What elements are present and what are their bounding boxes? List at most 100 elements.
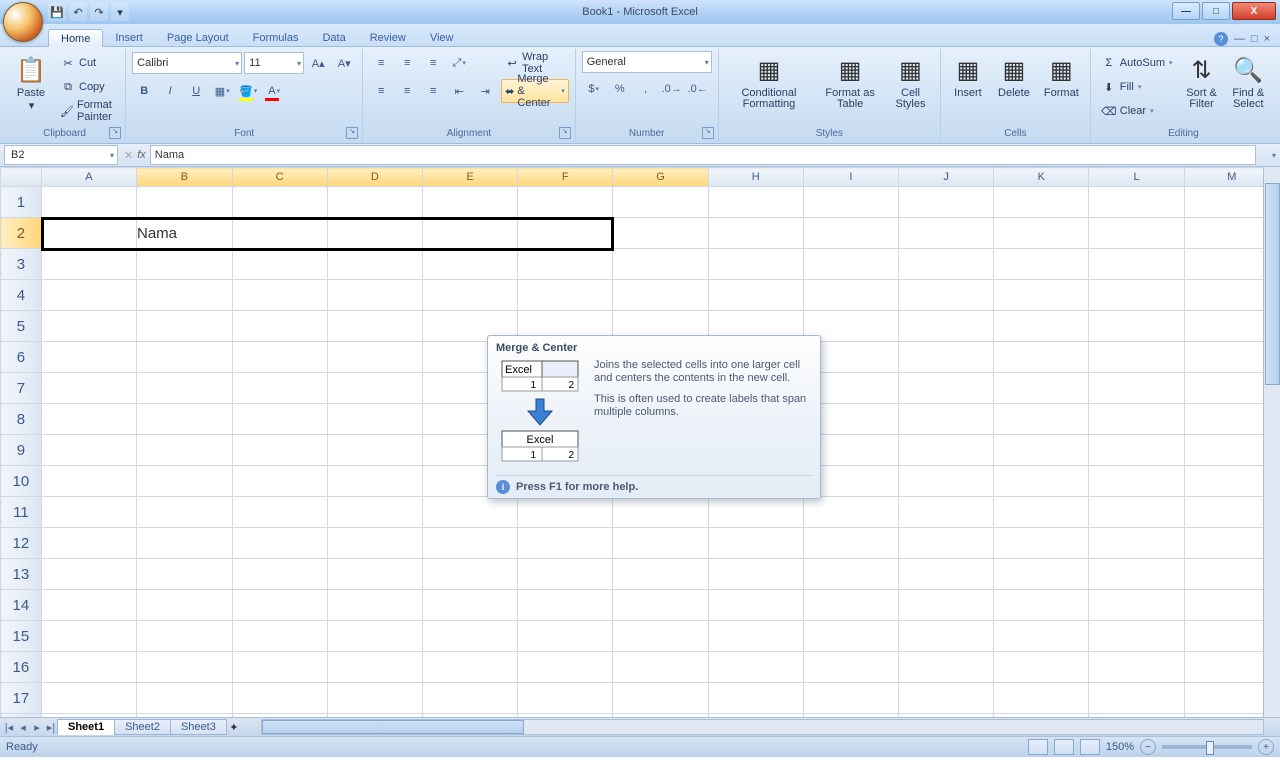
column-header-J[interactable]: J <box>899 168 994 187</box>
border-button[interactable]: ▦▾ <box>210 79 234 103</box>
cell-A3[interactable] <box>41 249 136 280</box>
cell-K9[interactable] <box>994 435 1089 466</box>
cell-D16[interactable] <box>327 652 422 683</box>
font-size-combo[interactable]: 11 <box>244 52 304 74</box>
cell-K3[interactable] <box>994 249 1089 280</box>
row-header-11[interactable]: 11 <box>1 497 42 528</box>
row-header-4[interactable]: 4 <box>1 280 42 311</box>
cell-L10[interactable] <box>1089 466 1184 497</box>
cell-H1[interactable] <box>708 187 803 218</box>
cell-H14[interactable] <box>708 590 803 621</box>
tab-page-layout[interactable]: Page Layout <box>155 29 241 46</box>
last-sheet-icon[interactable]: ▸| <box>44 721 58 734</box>
decrease-decimal-button[interactable]: .0← <box>686 77 710 101</box>
cell-G11[interactable] <box>613 497 708 528</box>
cell-J14[interactable] <box>899 590 994 621</box>
fx-icon[interactable]: fx <box>137 149 146 161</box>
row-header-6[interactable]: 6 <box>1 342 42 373</box>
cell-A16[interactable] <box>41 652 136 683</box>
align-right-button[interactable]: ≡ <box>421 79 445 103</box>
expand-formula-bar-icon[interactable]: ▾ <box>1272 151 1276 160</box>
cell-L13[interactable] <box>1089 559 1184 590</box>
cell-G18[interactable] <box>613 714 708 718</box>
row-header-7[interactable]: 7 <box>1 373 42 404</box>
cell-E11[interactable] <box>422 497 517 528</box>
row-header-9[interactable]: 9 <box>1 435 42 466</box>
cell-F12[interactable] <box>518 528 613 559</box>
cell-J3[interactable] <box>899 249 994 280</box>
row-header-15[interactable]: 15 <box>1 621 42 652</box>
format-painter-button[interactable]: 🖌Format Painter <box>56 99 119 123</box>
cell-J13[interactable] <box>899 559 994 590</box>
shrink-font-button[interactable]: A▾ <box>332 51 356 75</box>
cell-C16[interactable] <box>232 652 327 683</box>
cell-C5[interactable] <box>232 311 327 342</box>
cell-J7[interactable] <box>899 373 994 404</box>
doc-restore-icon[interactable]: □ <box>1251 33 1258 45</box>
cell-A5[interactable] <box>41 311 136 342</box>
undo-icon[interactable]: ↶ <box>69 3 87 21</box>
prev-sheet-icon[interactable]: ◂ <box>16 721 30 734</box>
cell-E17[interactable] <box>422 683 517 714</box>
cell-D12[interactable] <box>327 528 422 559</box>
cell-D7[interactable] <box>327 373 422 404</box>
cell-K10[interactable] <box>994 466 1089 497</box>
cut-button[interactable]: ✂Cut <box>56 51 119 75</box>
italic-button[interactable]: I <box>158 79 182 103</box>
vertical-scrollbar[interactable] <box>1263 167 1280 717</box>
cell-I17[interactable] <box>803 683 898 714</box>
cell-I12[interactable] <box>803 528 898 559</box>
cell-I1[interactable] <box>803 187 898 218</box>
cell-J4[interactable] <box>899 280 994 311</box>
cell-B18[interactable] <box>137 714 233 718</box>
maximize-button[interactable]: □ <box>1202 2 1230 20</box>
cell-A11[interactable] <box>41 497 136 528</box>
cell-J17[interactable] <box>899 683 994 714</box>
bold-button[interactable]: B <box>132 79 156 103</box>
cell-C1[interactable] <box>232 187 327 218</box>
cell-A7[interactable] <box>41 373 136 404</box>
cell-J18[interactable] <box>899 714 994 718</box>
cell-H15[interactable] <box>708 621 803 652</box>
column-header-I[interactable]: I <box>803 168 898 187</box>
row-header-17[interactable]: 17 <box>1 683 42 714</box>
cell-F11[interactable] <box>518 497 613 528</box>
align-middle-button[interactable]: ≡ <box>395 51 419 75</box>
cell-K14[interactable] <box>994 590 1089 621</box>
find-select-button[interactable]: 🔍Find & Select <box>1227 51 1270 113</box>
cell-E14[interactable] <box>422 590 517 621</box>
tab-review[interactable]: Review <box>358 29 418 46</box>
format-as-table-button[interactable]: ▦Format as Table <box>817 51 883 113</box>
cell-J1[interactable] <box>899 187 994 218</box>
cell-K17[interactable] <box>994 683 1089 714</box>
copy-button[interactable]: ⧉Copy <box>56 75 119 99</box>
row-header-18[interactable]: 18 <box>1 714 42 718</box>
cell-K11[interactable] <box>994 497 1089 528</box>
comma-button[interactable]: , <box>634 77 658 101</box>
cell-L12[interactable] <box>1089 528 1184 559</box>
cell-L18[interactable] <box>1089 714 1184 718</box>
cell-I18[interactable] <box>803 714 898 718</box>
select-all-corner[interactable] <box>1 168 42 187</box>
align-left-button[interactable]: ≡ <box>369 79 393 103</box>
cell-A13[interactable] <box>41 559 136 590</box>
cell-B4[interactable] <box>137 280 233 311</box>
cell-I16[interactable] <box>803 652 898 683</box>
align-bottom-button[interactable]: ≡ <box>421 51 445 75</box>
cell-L9[interactable] <box>1089 435 1184 466</box>
cell-H17[interactable] <box>708 683 803 714</box>
cell-F4[interactable] <box>518 280 613 311</box>
cell-C14[interactable] <box>232 590 327 621</box>
next-sheet-icon[interactable]: ▸ <box>30 721 44 734</box>
fill-color-button[interactable]: 🪣▾ <box>236 79 260 103</box>
cell-H2[interactable] <box>708 218 803 249</box>
column-header-A[interactable]: A <box>41 168 136 187</box>
sheet-tab-1[interactable]: Sheet1 <box>57 719 115 735</box>
accounting-button[interactable]: $▾ <box>582 77 606 101</box>
help-icon[interactable]: ? <box>1214 32 1228 46</box>
column-header-F[interactable]: F <box>518 168 613 187</box>
minimize-button[interactable]: — <box>1172 2 1200 20</box>
cell-I14[interactable] <box>803 590 898 621</box>
cell-D1[interactable] <box>327 187 422 218</box>
cell-F18[interactable] <box>518 714 613 718</box>
